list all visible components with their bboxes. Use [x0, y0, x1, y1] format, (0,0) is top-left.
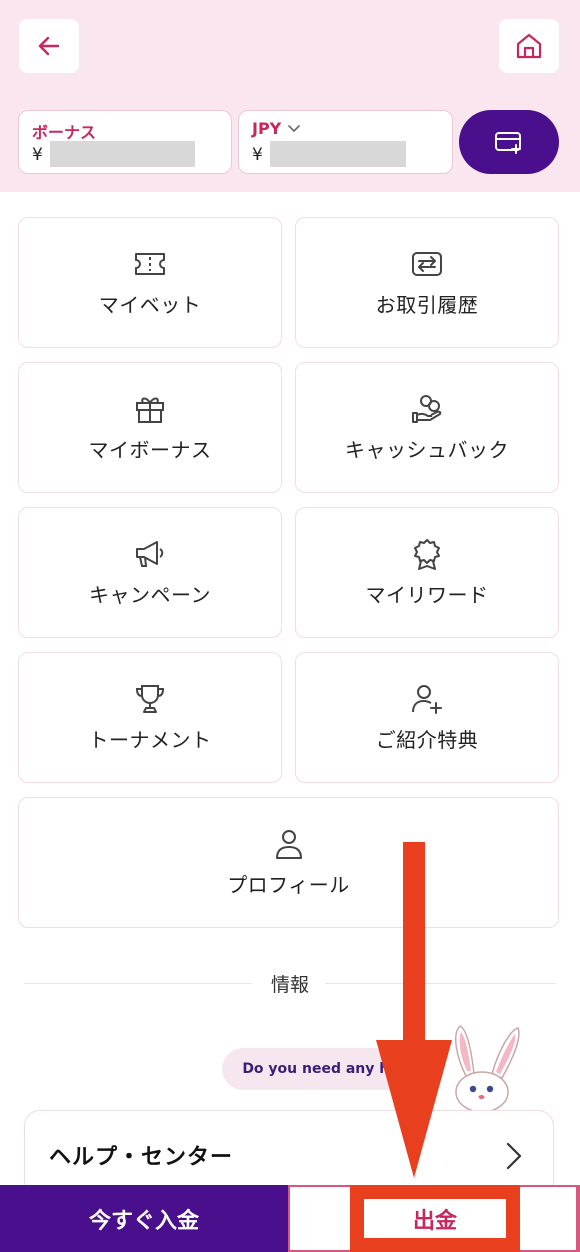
menu-tile-cashback[interactable]: キャッシュバック [295, 362, 559, 493]
gift-icon [133, 392, 167, 426]
menu-tile-label: マイボーナス [88, 438, 212, 462]
menu-tile-my-bonus[interactable]: マイボーナス [18, 362, 282, 493]
menu-tile-referral[interactable]: ご紹介特典 [295, 652, 559, 783]
wallet-deposit-button[interactable] [459, 110, 559, 174]
account-header: ボーナス ¥ JPY ¥ [0, 0, 580, 192]
currency-label: JPY [252, 119, 282, 138]
deposit-now-button[interactable]: 今すぐ入金 [0, 1185, 288, 1252]
chevron-down-icon [288, 124, 301, 132]
jpy-currency-symbol: ¥ [252, 145, 263, 165]
menu-tile-label: キャッシュバック [345, 438, 509, 462]
info-section-title: 情報 [270, 974, 309, 996]
menu-tile-my-bets[interactable]: マイベット [18, 217, 282, 348]
menu-tile-my-rewards[interactable]: マイリワード [295, 507, 559, 638]
currency-selector[interactable]: JPY [252, 119, 301, 138]
withdraw-button[interactable]: 出金 [288, 1185, 580, 1252]
hand-coins-icon [410, 392, 444, 426]
annotation-arrow-shaft [403, 842, 425, 1042]
menu-tile-tournament[interactable]: トーナメント [18, 652, 282, 783]
back-button[interactable] [19, 19, 79, 73]
menu-tile-profile[interactable]: プロフィール [18, 797, 559, 928]
exchange-icon [410, 247, 444, 281]
withdraw-highlight[interactable]: 出金 [350, 1185, 520, 1252]
menu-tile-label: キャンペーン [89, 583, 211, 607]
ticket-icon [133, 247, 167, 281]
user-plus-icon [410, 682, 444, 716]
menu-tile-label: ご紹介特典 [375, 728, 479, 752]
home-button[interactable] [499, 19, 559, 73]
trophy-icon [133, 682, 167, 716]
menu-tile-label: マイベット [98, 293, 202, 317]
arrow-left-icon [38, 36, 60, 56]
award-icon [410, 537, 444, 571]
bonus-balance-card: ボーナス ¥ [18, 110, 232, 174]
annotation-arrow-head [376, 1040, 452, 1178]
menu-tile-transaction-history[interactable]: お取引履歴 [295, 217, 559, 348]
withdraw-label: 出金 [412, 1208, 457, 1234]
menu-tile-label: お取引履歴 [375, 293, 479, 317]
home-icon [516, 33, 542, 59]
bonus-balance-redacted [50, 141, 195, 167]
user-icon [272, 827, 306, 861]
bonus-balance-label: ボーナス [32, 123, 97, 142]
menu-tile-label: プロフィール [227, 873, 350, 897]
jpy-balance-redacted [270, 141, 406, 167]
jpy-balance-card[interactable]: JPY ¥ [238, 110, 453, 174]
menu-tile-campaign[interactable]: キャンペーン [18, 507, 282, 638]
menu-tile-label: トーナメント [88, 728, 212, 752]
wallet-plus-icon [495, 132, 521, 154]
bonus-currency-symbol: ¥ [32, 145, 43, 165]
megaphone-icon [133, 537, 167, 571]
chevron-right-icon [506, 1142, 522, 1170]
rabbit-mascot-icon[interactable] [444, 1016, 524, 1122]
help-center-label: ヘルプ・センター [49, 1145, 234, 1170]
menu-tile-label: マイリワード [365, 583, 489, 607]
